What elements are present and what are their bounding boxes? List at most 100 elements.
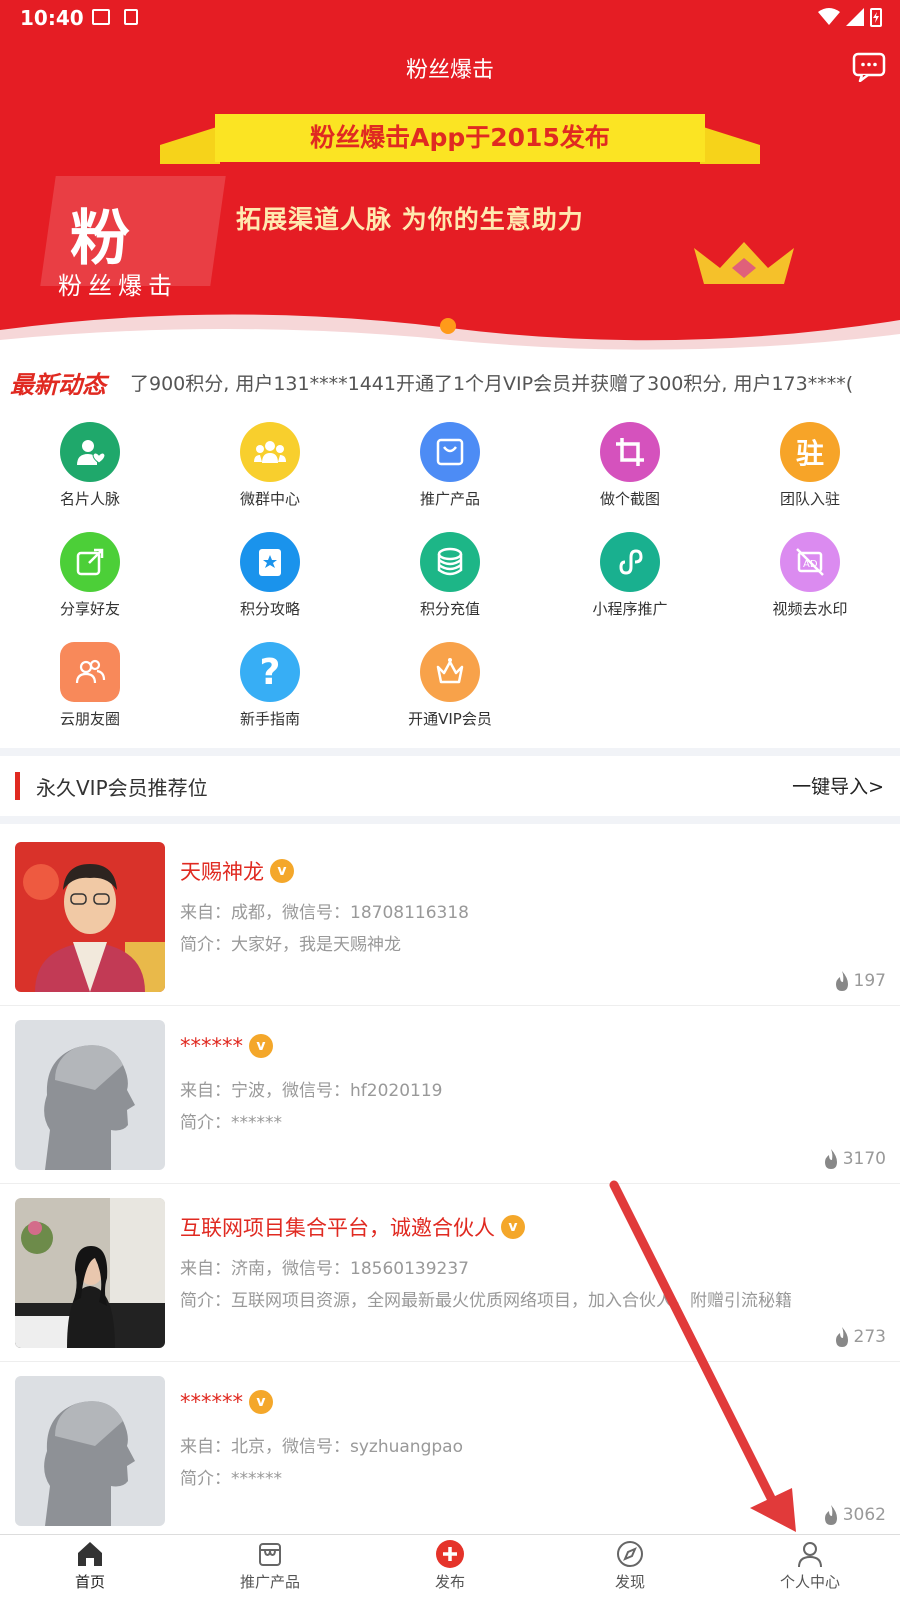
nav-label: 发现 [614, 1573, 645, 1591]
nav-label: 发布 [434, 1573, 465, 1591]
grid-label: 做个截图 [599, 490, 660, 508]
share-icon [60, 532, 120, 592]
grid-label: 开通VIP会员 [408, 710, 492, 728]
member-name-text: 互联网项目集合平台，诚邀合伙人 [180, 1216, 495, 1240]
grid-label: 小程序推广 [592, 600, 668, 618]
store-icon [259, 1543, 281, 1566]
nav-profile[interactable]: 个人中心 [750, 1539, 870, 1592]
member-intro: 简介：****** [180, 1469, 282, 1489]
mini-program-icon [600, 532, 660, 592]
no-watermark-icon: AD [780, 532, 840, 592]
shopping-bag-icon [420, 422, 480, 482]
member-name: 天赐神龙 v [180, 856, 294, 886]
grid-label: 名片人脉 [59, 490, 120, 508]
vip-badge-icon: v [270, 859, 294, 883]
news-ticker[interactable]: 最新动态 了900积分, 用户131****1441开通了1个月VIP会员并获赠… [0, 360, 900, 404]
flame-icon [824, 1149, 837, 1169]
vip-crown-icon [420, 642, 480, 702]
member-intro: 简介：****** [180, 1113, 282, 1133]
avatar [15, 1020, 165, 1170]
grid-item-share[interactable]: 分享好友 [30, 532, 150, 619]
grid-item-beginner-guide[interactable]: ? 新手指南 [210, 642, 330, 729]
brand-logo: 粉 [70, 190, 132, 277]
group-icon [240, 422, 300, 482]
list-item[interactable]: ****** v 来自：宁波，微信号：hf2020119 简介：****** 3… [0, 1002, 900, 1184]
grid-label: 微群中心 [239, 490, 300, 508]
popularity-count: 197 [853, 971, 886, 991]
flame-icon [835, 1327, 848, 1347]
member-intro: 简介：大家好，我是天赐神龙 [180, 935, 401, 955]
grid-item-open-vip[interactable]: 开通VIP会员 [390, 642, 510, 729]
avatar [15, 842, 165, 992]
divider [0, 816, 900, 824]
popularity: 197 [832, 970, 886, 992]
nav-discover[interactable]: 发现 [570, 1539, 690, 1592]
list-item[interactable]: ****** v 来自：北京，微信号：syzhuangpao 简介：******… [0, 1358, 900, 1538]
popularity-count: 273 [853, 1327, 886, 1347]
home-icon [78, 1542, 102, 1566]
contact-card-icon [60, 422, 120, 482]
logo-text: 粉 [70, 204, 132, 274]
grid-item-cloud-moments[interactable]: 云朋友圈 [30, 642, 150, 729]
popularity: 3170 [821, 1148, 886, 1170]
grid-item-groups[interactable]: 微群中心 [210, 422, 330, 509]
gallery-icon [92, 9, 110, 25]
list-item[interactable]: 天赐神龙 v 来自：成都，微信号：18708116318 简介：大家好，我是天赐… [0, 824, 900, 1006]
grid-item-points-guide[interactable]: 积分攻略 [210, 532, 330, 619]
nav-promote[interactable]: 推广产品 [210, 1539, 330, 1592]
plus-circle-icon [436, 1540, 464, 1568]
ribbon-tail-right [700, 126, 760, 164]
wifi-icon [818, 8, 840, 25]
user-icon [798, 1542, 822, 1568]
flame-icon [824, 1505, 837, 1525]
member-name-text: 天赐神龙 [180, 860, 264, 884]
list-item[interactable]: 互联网项目集合平台，诚邀合伙人 v 来自：济南，微信号：18560139237 … [0, 1180, 900, 1362]
grid-item-promote[interactable]: 推广产品 [390, 422, 510, 509]
grid-label: 分享好友 [59, 600, 120, 618]
grid-item-screenshot[interactable]: 做个截图 [570, 422, 690, 509]
member-name: 互联网项目集合平台，诚邀合伙人 v [180, 1212, 525, 1242]
grid-label: 推广产品 [419, 490, 480, 508]
news-tag: 最新动态 [10, 370, 106, 399]
section-title: 永久VIP会员推荐位 [36, 776, 208, 800]
grid-label: 视频去水印 [772, 600, 848, 618]
banner-slogan: 拓展渠道人脉 为你的生意助力 [236, 205, 584, 234]
vip-badge-icon: v [501, 1215, 525, 1239]
logo-subtitle: 粉丝爆击 [58, 272, 178, 300]
member-name-text: ****** [180, 1034, 243, 1058]
help-icon: ? [240, 642, 300, 702]
chat-icon[interactable] [852, 52, 886, 82]
grid-item-mini-program[interactable]: 小程序推广 [570, 532, 690, 619]
battery-icon [870, 8, 882, 27]
nav-publish[interactable]: 发布 [390, 1539, 510, 1592]
grid-item-remove-watermark[interactable]: AD 视频去水印 [750, 532, 870, 619]
banner-ribbon[interactable]: 粉丝爆击App于2015发布 [215, 114, 705, 162]
grid-item-recharge[interactable]: 积分充值 [390, 532, 510, 619]
flame-icon [835, 971, 848, 991]
friends-circle-icon [60, 642, 120, 702]
one-click-import-link[interactable]: 一键导入> [792, 772, 884, 799]
nav-label: 首页 [74, 1573, 105, 1591]
member-from: 来自：宁波，微信号：hf2020119 [180, 1081, 443, 1101]
grid-label: 云朋友圈 [59, 710, 120, 728]
popularity: 273 [832, 1326, 886, 1348]
vip-badge-icon: v [249, 1390, 273, 1414]
news-text: 了900积分, 用户131****1441开通了1个月VIP会员并获赠了300积… [130, 372, 854, 395]
grid-item-team[interactable]: 驻 团队入驻 [750, 422, 870, 509]
grid-item-contacts[interactable]: 名片人脉 [30, 422, 150, 509]
divider [0, 748, 900, 756]
popularity-count: 3062 [842, 1505, 886, 1525]
status-bar: 10:40 [0, 0, 900, 36]
member-name-text: ****** [180, 1390, 243, 1414]
grid-label: 积分充值 [419, 600, 480, 618]
bottom-nav: 首页 推广产品 发布 发现 个人中心 [0, 1534, 900, 1600]
popularity: 3062 [821, 1504, 886, 1526]
coins-icon [420, 532, 480, 592]
section-accent-bar [15, 772, 20, 800]
avatar [15, 1198, 165, 1348]
carousel-indicator[interactable] [440, 318, 456, 334]
vip-section-header: 永久VIP会员推荐位 一键导入> [0, 758, 900, 814]
page-title: 粉丝爆击 [405, 58, 494, 83]
nav-home[interactable]: 首页 [30, 1539, 150, 1592]
avatar [15, 1376, 165, 1526]
